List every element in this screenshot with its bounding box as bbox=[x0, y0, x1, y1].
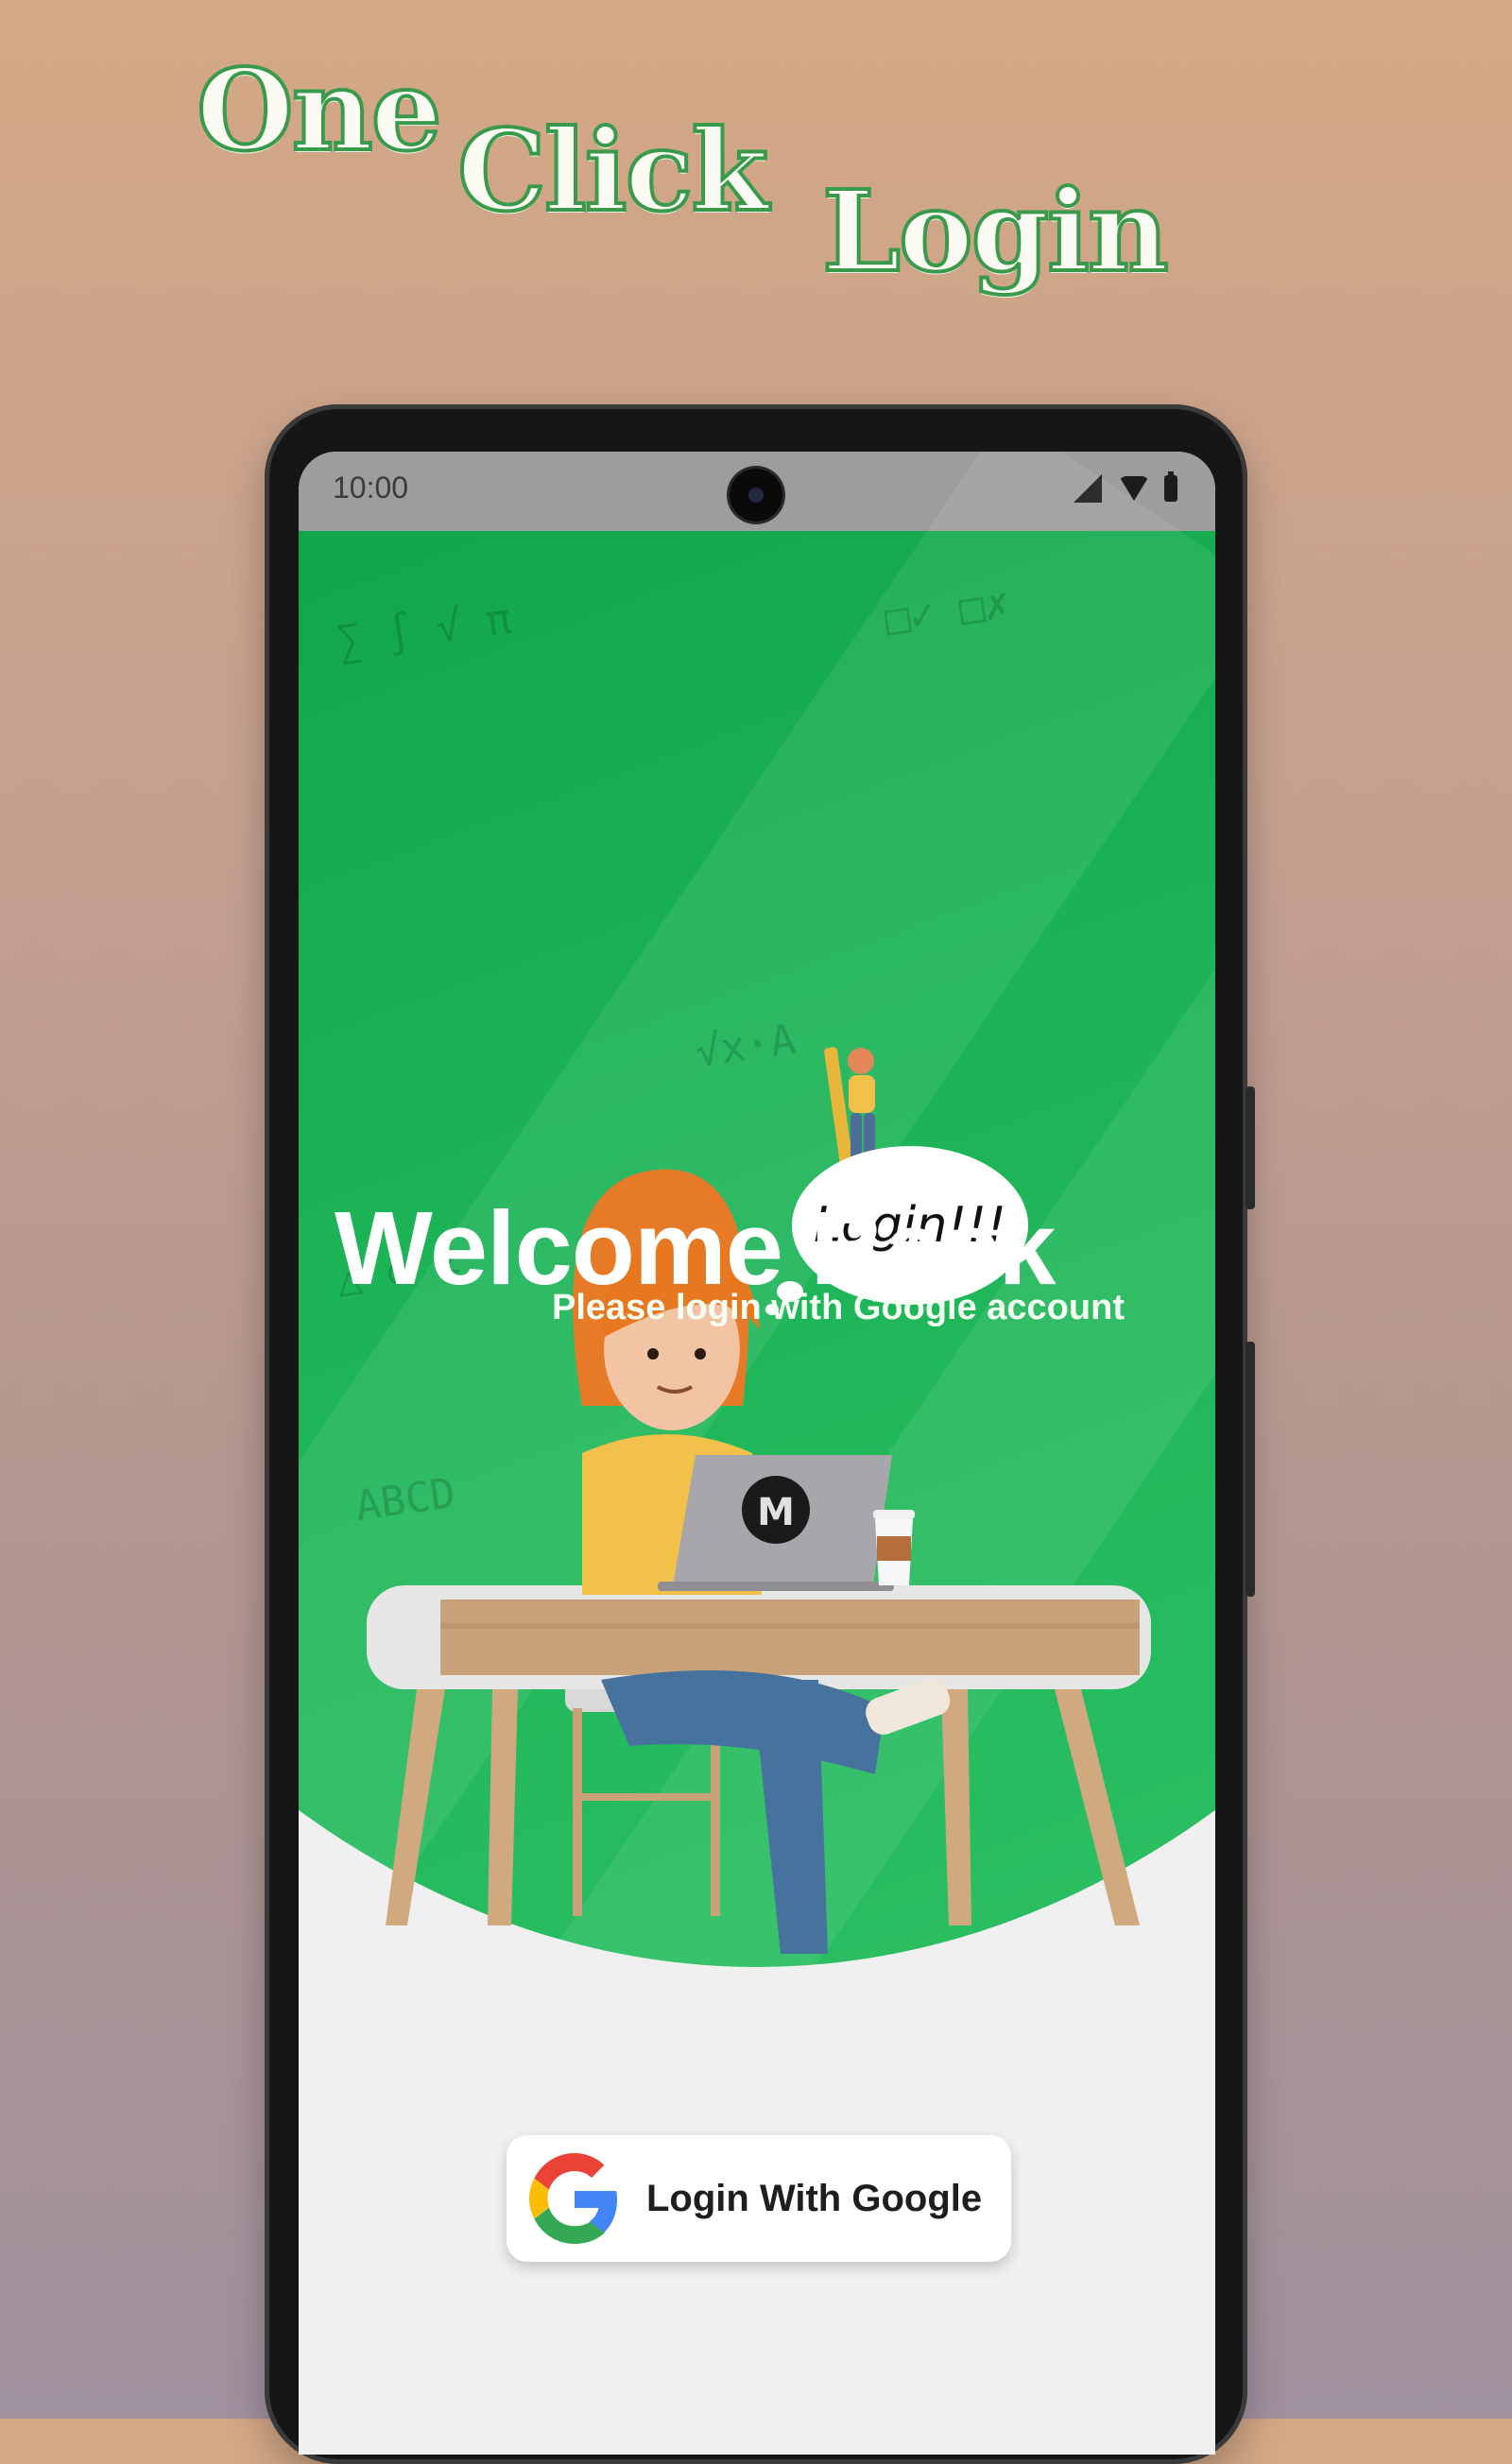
headline-word-click: Click bbox=[455, 105, 770, 236]
headline-word-one: One bbox=[195, 44, 444, 176]
power-button bbox=[1246, 1342, 1255, 1597]
app-screen: 10:00 ∑ ∫ √ π □✓ □✗ △ ⊙ ∠ √x·A ABCD △△ ◇ bbox=[299, 452, 1215, 2455]
welcome-subtitle: Please login with Google account bbox=[552, 1288, 1125, 1327]
google-icon bbox=[529, 2153, 617, 2244]
laptop-illustration: M bbox=[658, 1455, 894, 1591]
desk-illustration bbox=[367, 1585, 1151, 1925]
login-with-google-button[interactable]: Login With Google bbox=[507, 2135, 1011, 2262]
headline-word-login: Login bbox=[820, 165, 1171, 297]
volume-button bbox=[1246, 1087, 1255, 1209]
login-button-label: Login With Google bbox=[646, 2177, 983, 2219]
laptop-logo: M bbox=[757, 1491, 795, 1534]
coffee-cup-illustration bbox=[873, 1510, 915, 1585]
